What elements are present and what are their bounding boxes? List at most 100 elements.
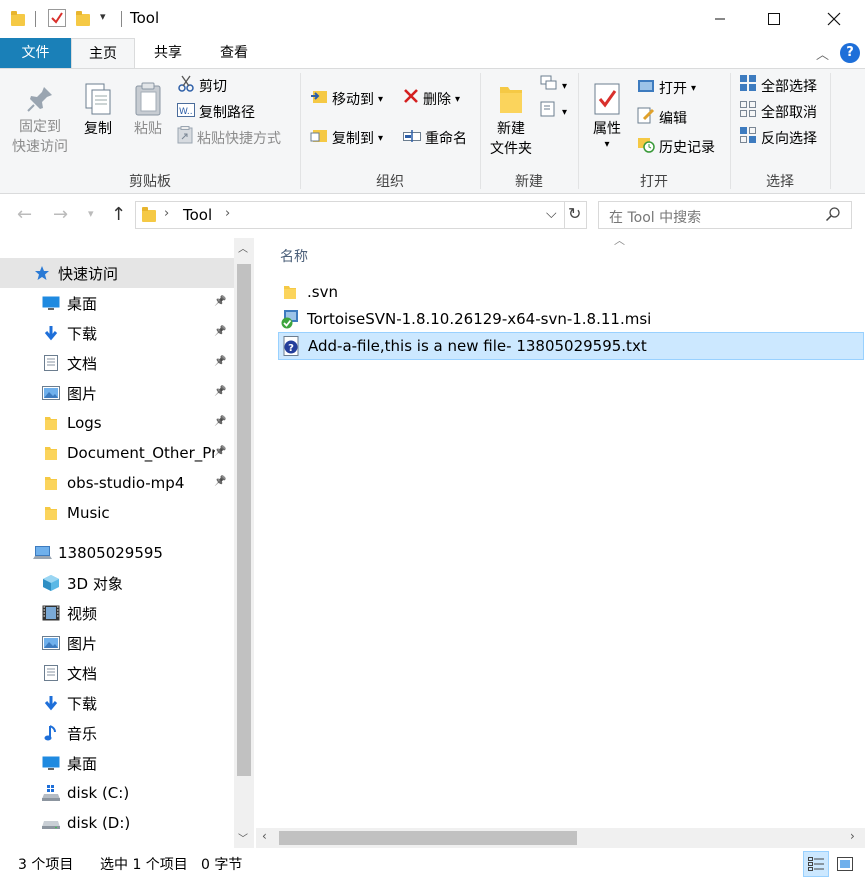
large-icons-view-button[interactable] xyxy=(834,854,856,874)
minimize-button[interactable] xyxy=(697,0,743,38)
address-dropdown-icon[interactable]: ⌵ xyxy=(546,206,557,222)
copy-button[interactable]: 复制 xyxy=(78,79,118,139)
nav-quick-item[interactable]: 桌面 xyxy=(0,288,234,318)
pin-icon[interactable]: 📌 xyxy=(214,386,226,397)
search-icon[interactable] xyxy=(825,206,841,226)
details-view-button[interactable] xyxy=(803,851,829,877)
nav-quick-item[interactable]: Document_Other_Pr xyxy=(0,438,234,468)
copy-to-button[interactable]: 复制到 ▾ xyxy=(310,127,383,151)
properties-quick-icon[interactable] xyxy=(48,9,66,27)
pin-icon[interactable]: 📌 xyxy=(214,476,226,487)
tab-view[interactable]: 查看 xyxy=(204,38,264,68)
nav-quick-item[interactable]: 文档 xyxy=(0,348,234,378)
select-none-button[interactable]: 全部取消 xyxy=(739,101,817,125)
history-button[interactable]: 历史记录 xyxy=(637,136,715,160)
folder-icon xyxy=(41,444,61,462)
copy-path-icon: W.. xyxy=(177,101,195,125)
music-icon xyxy=(41,724,61,742)
nav-scrollbar-thumb[interactable] xyxy=(237,264,251,776)
nav-pc-item[interactable]: disk (C:) xyxy=(0,778,234,808)
nav-pc-item[interactable]: 视频 xyxy=(0,598,234,628)
scroll-left-icon[interactable]: ‹ xyxy=(262,829,267,843)
file-row[interactable]: .svn xyxy=(278,278,864,306)
file-row[interactable]: TortoiseSVN-1.8.10.26129-x64-svn-1.8.11.… xyxy=(278,305,864,333)
maximize-button[interactable] xyxy=(751,0,797,38)
video-icon xyxy=(41,604,61,622)
nav-pc-item[interactable]: 文档 xyxy=(0,658,234,688)
copy-label: 复制 xyxy=(84,121,112,137)
breadcrumb-chevron-icon[interactable]: › xyxy=(225,206,230,221)
new-item-button[interactable]: ▾ xyxy=(540,75,567,99)
nav-pc-item[interactable]: disk (D:) xyxy=(0,808,234,838)
collapse-ribbon-icon[interactable]: ︿ xyxy=(816,44,829,63)
tab-home[interactable]: 主页 xyxy=(71,38,135,69)
status-selected: 选中 1 个项目 xyxy=(100,857,188,873)
nav-quick-access[interactable]: 快速访问 xyxy=(0,258,234,288)
open-button[interactable]: 打开 ▾ xyxy=(637,77,696,101)
nav-this-pc[interactable]: 13805029595 xyxy=(0,538,234,568)
nav-quick-item[interactable]: obs-studio-mp4 xyxy=(0,468,234,498)
edit-icon xyxy=(637,106,655,132)
nav-pc-item[interactable]: 音乐 xyxy=(0,718,234,748)
close-button[interactable] xyxy=(811,0,857,38)
file-row[interactable]: ? Add-a-file,this is a new file- 13805029… xyxy=(278,332,864,360)
svg-text:W..: W.. xyxy=(179,107,193,117)
easy-access-button[interactable]: ▾ xyxy=(540,101,567,125)
up-arrow-icon[interactable]: ↑ xyxy=(111,204,126,225)
pin-icon[interactable]: 📌 xyxy=(214,326,226,337)
nav-quick-item[interactable]: 下载 xyxy=(0,318,234,348)
search-input[interactable]: 在 Tool 中搜索 xyxy=(609,207,701,227)
new-folder-quick-icon[interactable] xyxy=(76,11,90,26)
refresh-icon[interactable]: ↻ xyxy=(568,204,581,223)
nav-pc-item[interactable]: 3D 对象 xyxy=(0,568,234,598)
recent-locations-icon[interactable]: ▾ xyxy=(88,207,94,220)
properties-button[interactable]: 属性 ▾ xyxy=(586,79,628,151)
breadcrumb-tool[interactable]: Tool xyxy=(183,206,212,224)
scissors-icon xyxy=(177,74,195,100)
window-title: Tool xyxy=(130,9,160,27)
new-folder-button[interactable]: 新建 文件夹 xyxy=(486,79,536,159)
pin-icon[interactable]: 📌 xyxy=(214,356,226,367)
search-box[interactable]: 在 Tool 中搜索 xyxy=(598,201,852,229)
nav-item-label: disk (D:) xyxy=(67,814,131,832)
paste-button[interactable]: 粘贴 xyxy=(128,79,168,139)
back-arrow-icon[interactable]: ← xyxy=(17,204,32,225)
history-label: 历史记录 xyxy=(659,140,715,156)
select-all-button[interactable]: 全部选择 xyxy=(739,75,817,99)
nav-pc-item[interactable]: 图片 xyxy=(0,628,234,658)
nav-quick-item[interactable]: Logs xyxy=(0,408,234,438)
help-icon[interactable]: ? xyxy=(840,43,860,63)
group-label-open: 打开 xyxy=(640,174,668,190)
nav-item-label: 文档 xyxy=(67,664,98,683)
invert-selection-icon xyxy=(739,126,757,152)
scroll-right-icon[interactable]: › xyxy=(850,829,855,843)
pin-icon[interactable]: 📌 xyxy=(214,296,226,307)
copy-path-button[interactable]: W.. 复制路径 xyxy=(177,101,255,125)
delete-button[interactable]: 删除 ▾ xyxy=(403,88,460,112)
customize-quick-access-icon[interactable]: ▾ xyxy=(100,10,106,23)
scroll-down-icon[interactable]: ﹀ xyxy=(238,830,248,845)
forward-arrow-icon[interactable]: → xyxy=(53,204,68,225)
rename-button[interactable]: 重命名 xyxy=(403,127,467,151)
column-header-name[interactable]: 名称 xyxy=(280,246,308,266)
nav-pc-item[interactable]: 下载 xyxy=(0,688,234,718)
nav-quick-item[interactable]: Music xyxy=(0,498,234,528)
cut-button[interactable]: 剪切 xyxy=(177,75,227,99)
nav-pc-item[interactable]: 桌面 xyxy=(0,748,234,778)
paste-shortcut-button[interactable]: 粘贴快捷方式 xyxy=(177,126,281,151)
invert-selection-button[interactable]: 反向选择 xyxy=(739,127,817,151)
select-all-icon xyxy=(739,74,757,100)
tab-file[interactable]: 文件 xyxy=(0,38,71,68)
edit-button[interactable]: 编辑 xyxy=(637,107,687,131)
pin-to-quick-access-button[interactable]: 固定到 快速访问 xyxy=(8,81,72,157)
title-bar: ▾ Tool xyxy=(0,0,865,38)
desktop-icon xyxy=(41,754,61,772)
tab-share[interactable]: 共享 xyxy=(140,38,196,68)
pin-icon[interactable]: 📌 xyxy=(214,416,226,427)
nav-quick-item[interactable]: 图片 xyxy=(0,378,234,408)
move-to-button[interactable]: 移动到 ▾ xyxy=(310,88,383,112)
list-horizontal-scrollbar-thumb[interactable] xyxy=(279,831,577,845)
scroll-up-icon[interactable]: ︿ xyxy=(238,240,248,255)
pin-icon[interactable]: 📌 xyxy=(214,446,226,457)
address-bar[interactable]: › Tool › ⌵ ↻ xyxy=(135,201,587,229)
